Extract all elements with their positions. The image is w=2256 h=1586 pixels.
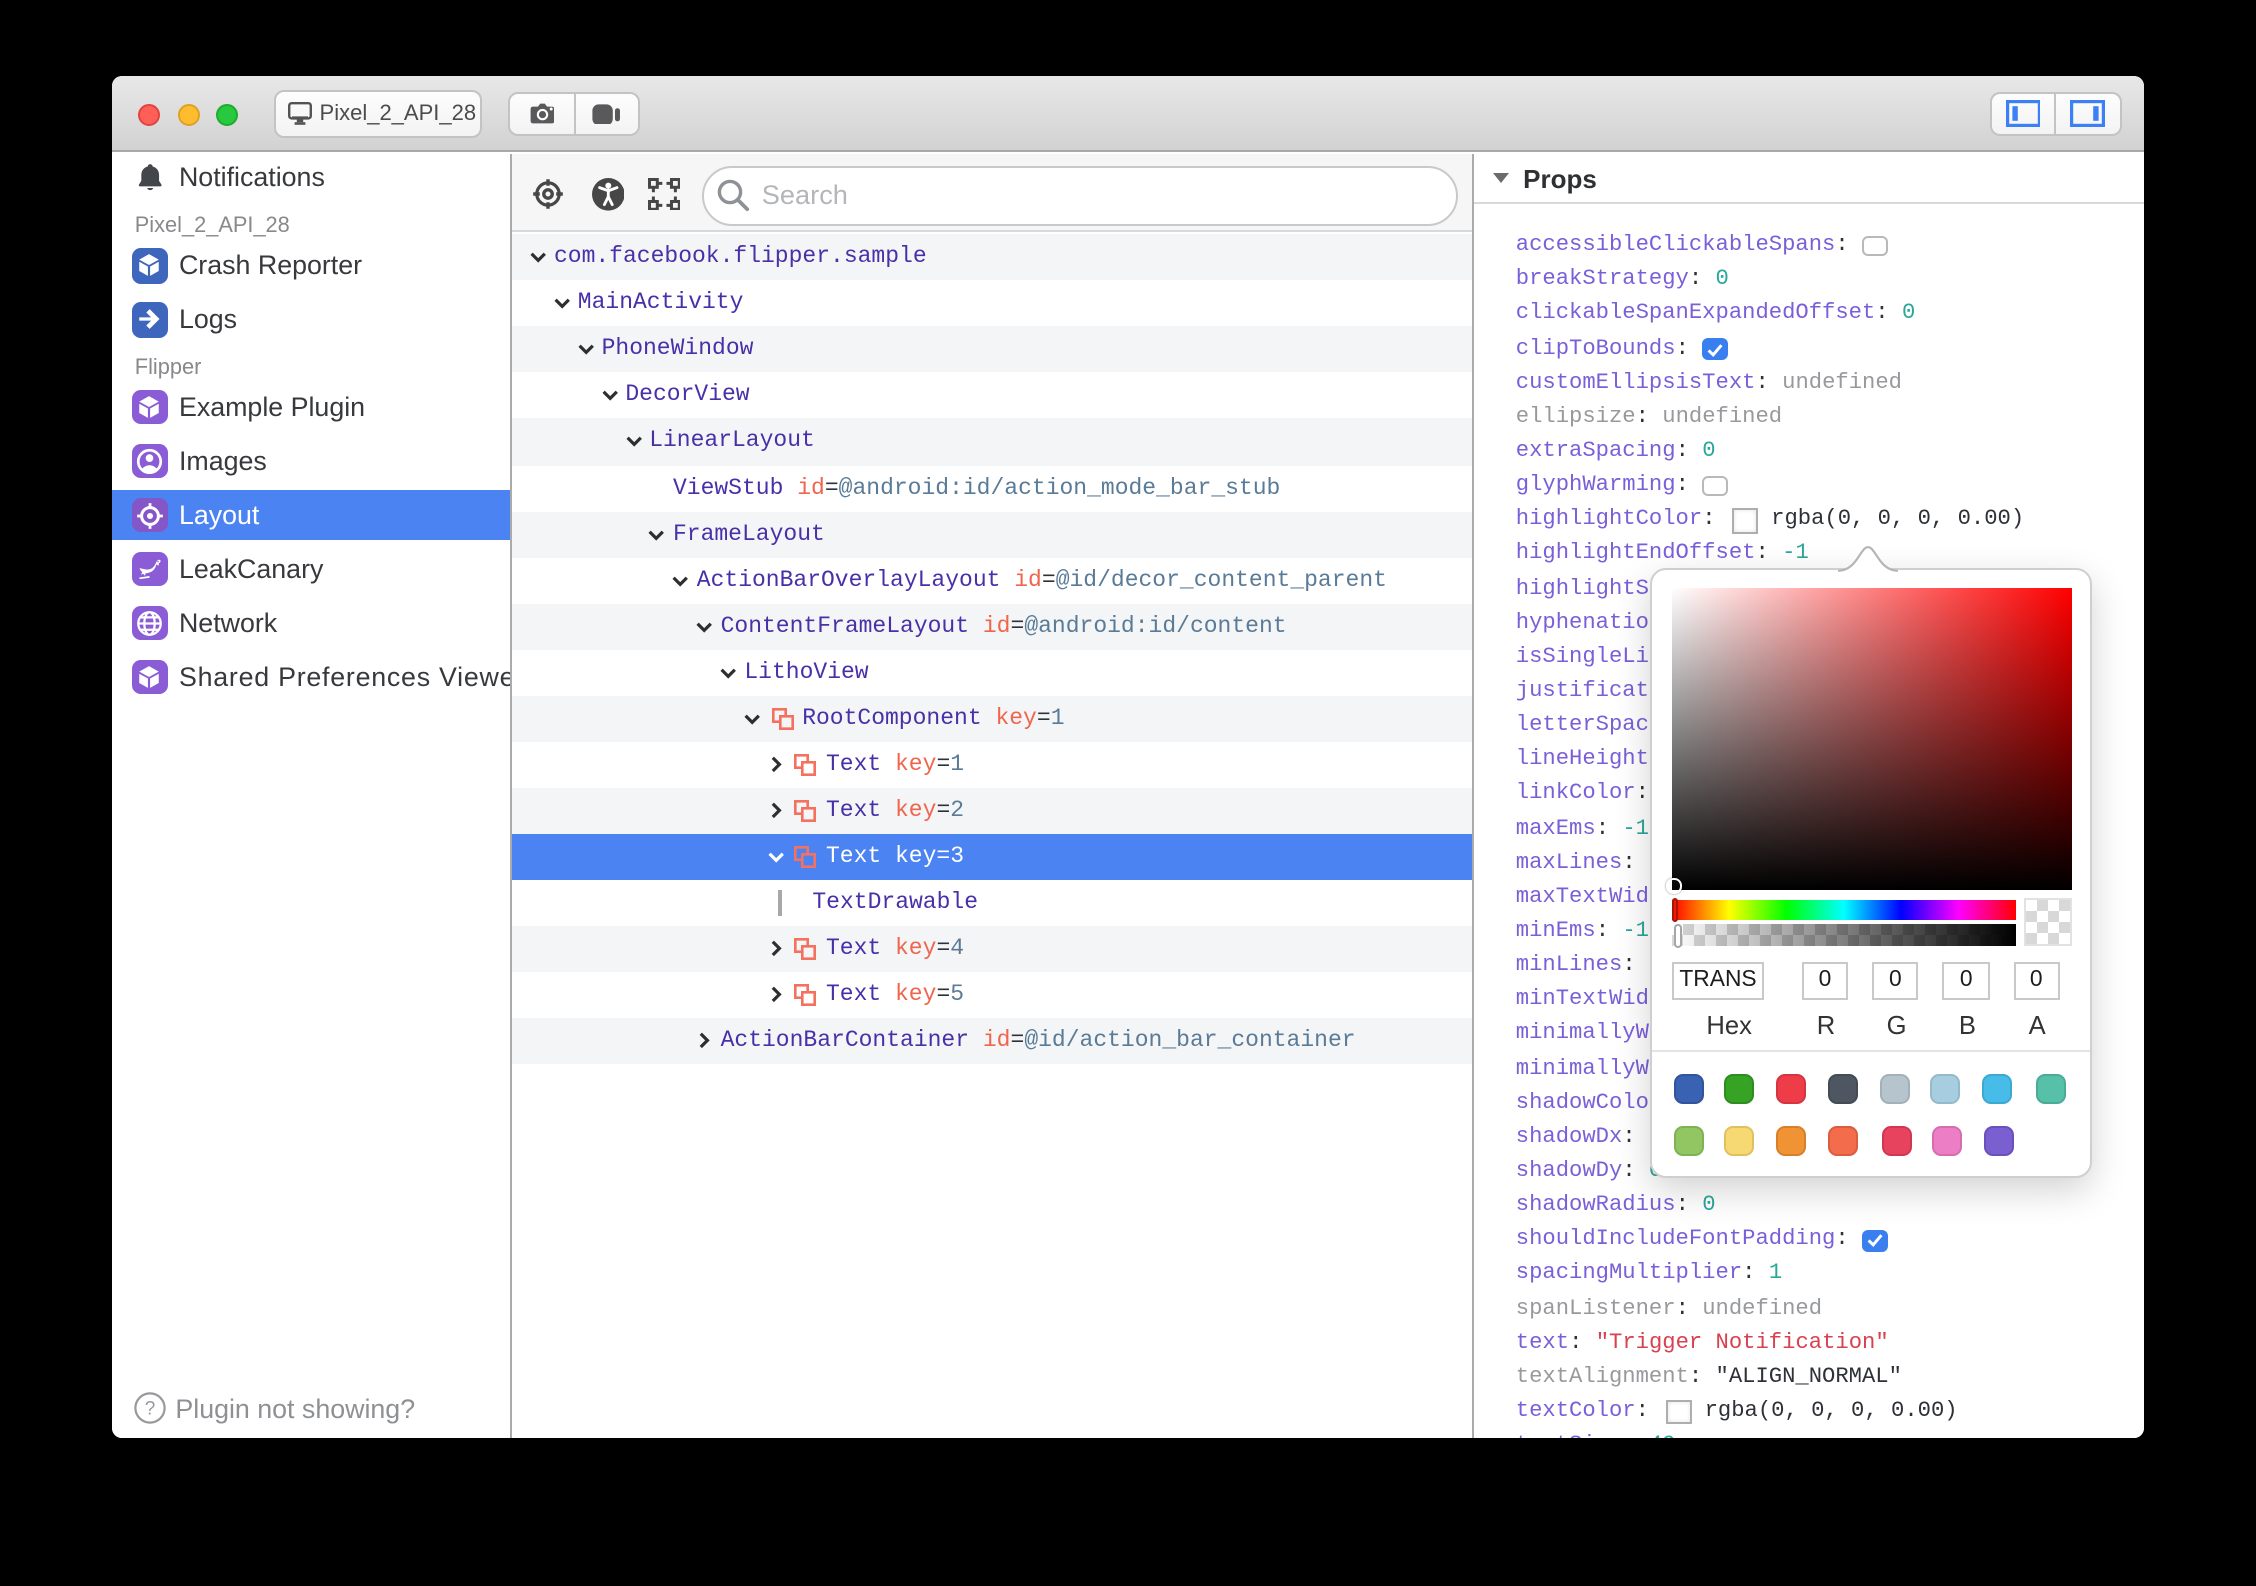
- svg-text:?: ?: [144, 1399, 155, 1420]
